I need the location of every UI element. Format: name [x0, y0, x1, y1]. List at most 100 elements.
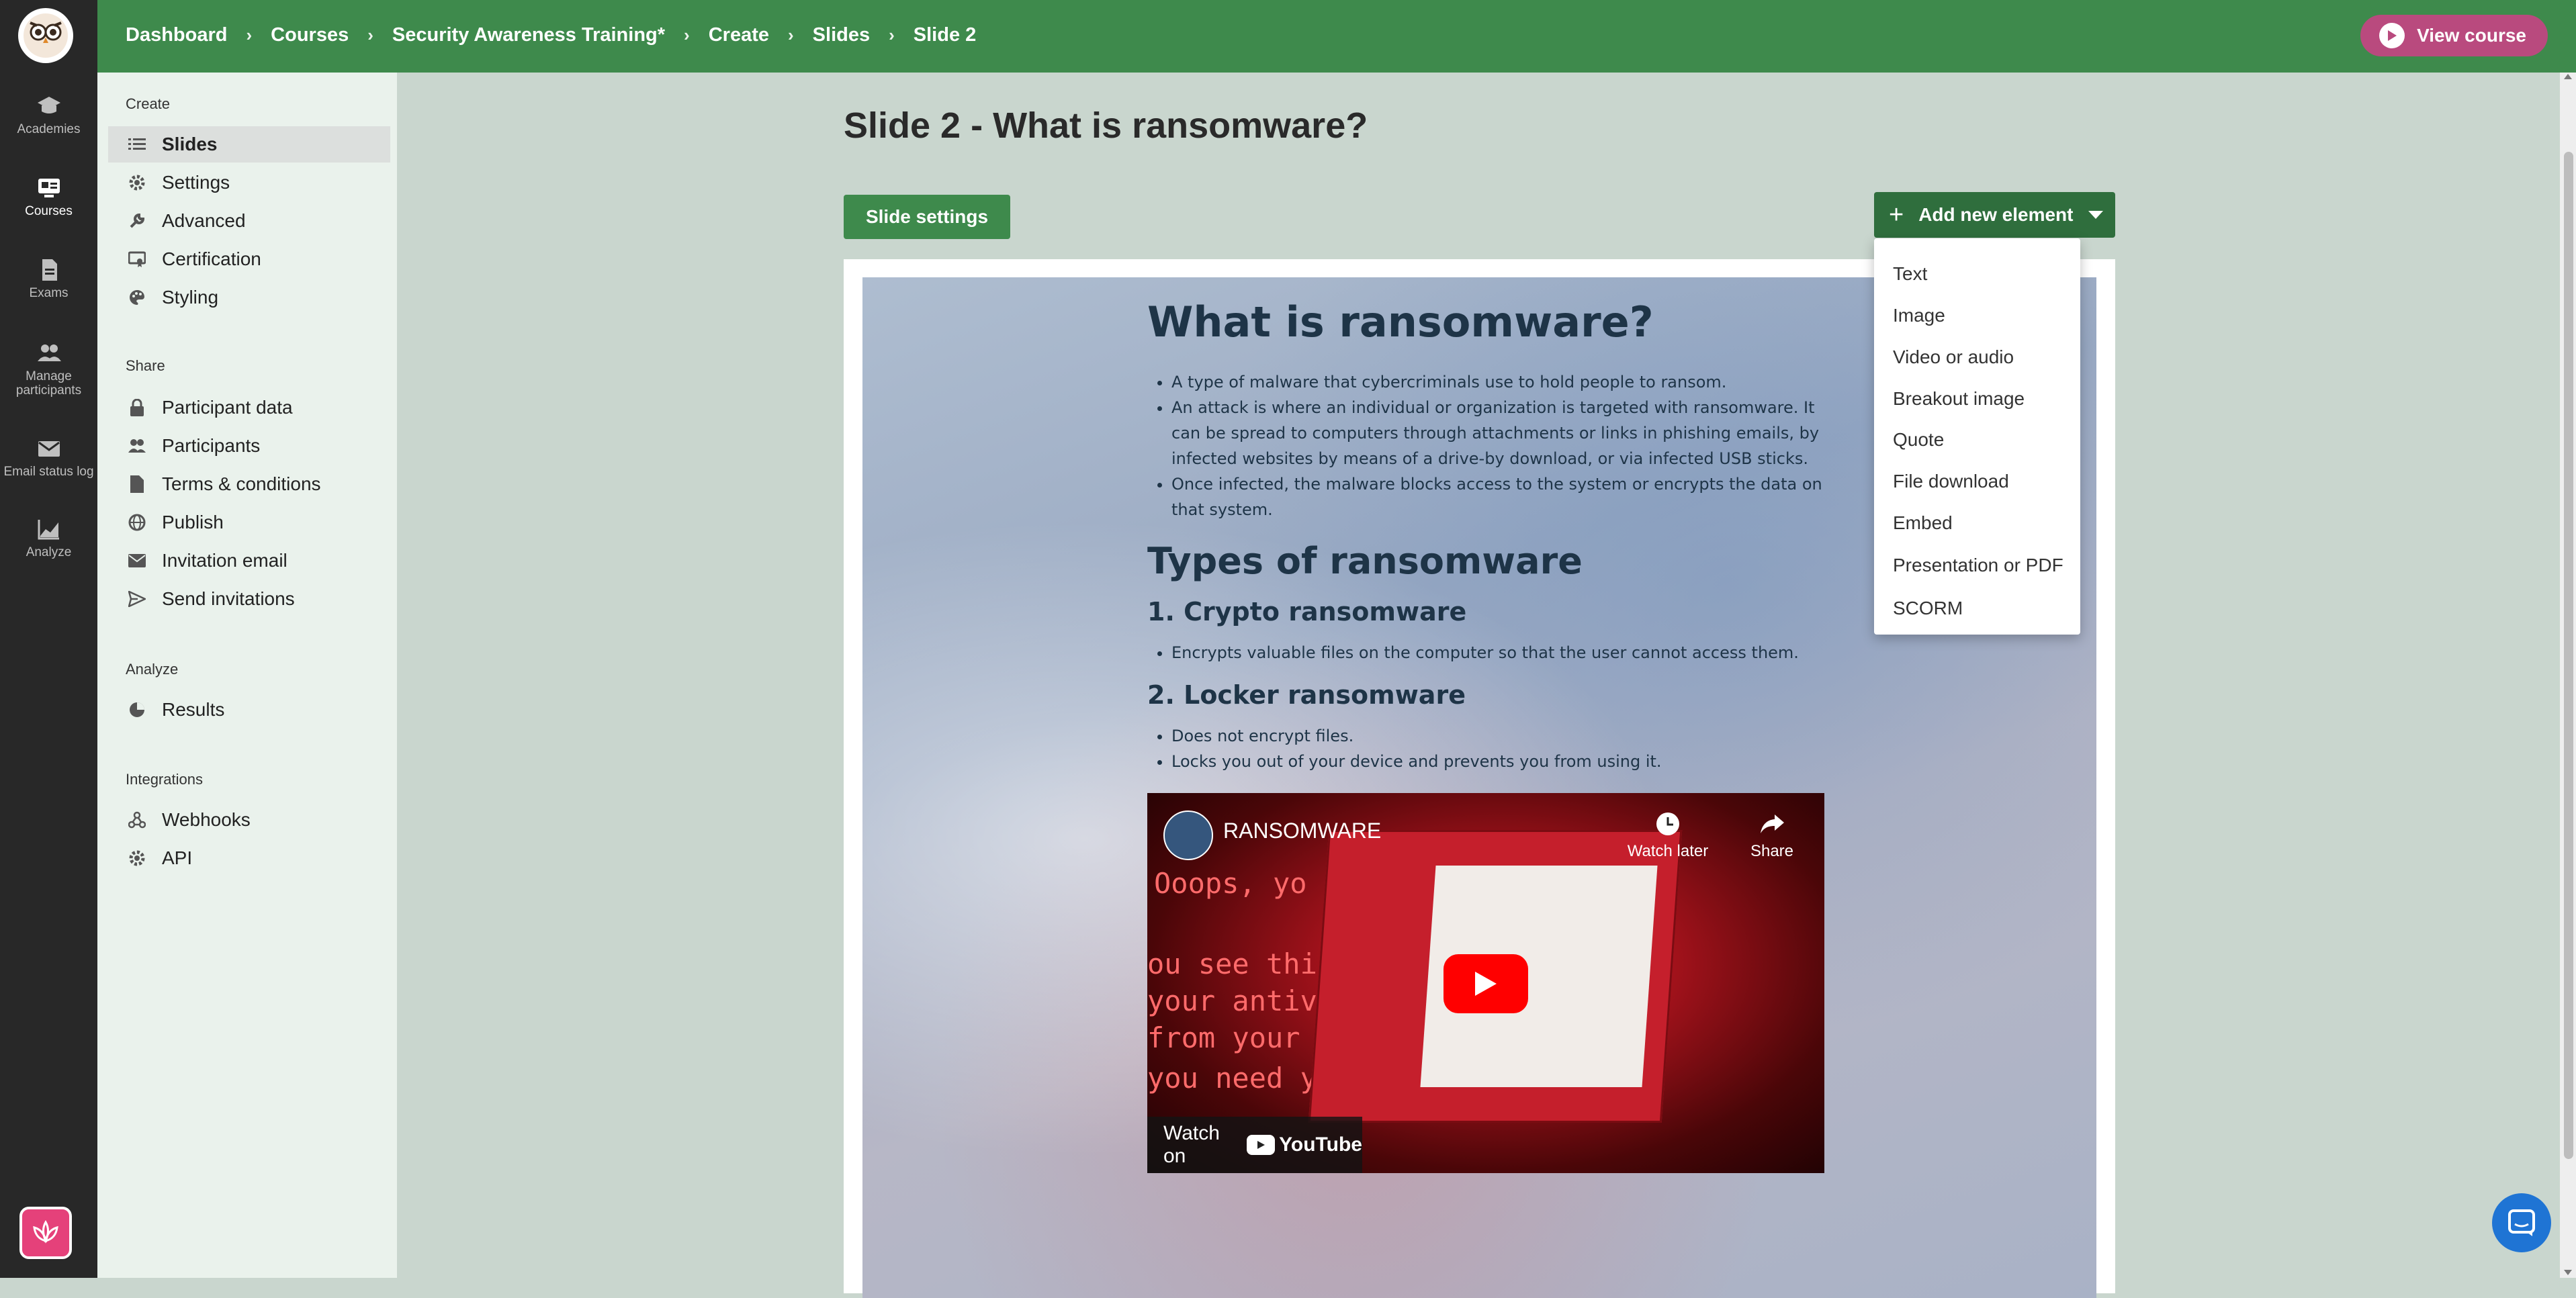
certificate-icon: [128, 250, 146, 268]
gear-icon: [128, 849, 146, 867]
mail-icon: [38, 441, 60, 457]
chevron-right-icon: ›: [788, 24, 794, 45]
video-title[interactable]: RANSOMWARE: [1223, 819, 1381, 843]
view-course-button[interactable]: View course: [2360, 15, 2548, 56]
webhook-icon: [128, 811, 146, 829]
caret-down-icon[interactable]: [2088, 211, 2103, 219]
send-icon: [128, 590, 146, 608]
add-element-dropdown: Text Image Video or audio Breakout image…: [1874, 238, 2080, 635]
video-play-button[interactable]: [1444, 954, 1528, 1013]
rail-manage-participants[interactable]: Manage participants: [0, 341, 97, 398]
view-course-label: View course: [2417, 25, 2526, 46]
list-item: Encrypts valuable files on the computer …: [1171, 640, 1826, 665]
sidebar-item-slides[interactable]: Slides: [108, 126, 390, 163]
slide-settings-button[interactable]: Slide settings: [844, 195, 1010, 239]
sidebar-item-label: Invitation email: [162, 550, 287, 571]
add-new-element-label: Add new element: [1918, 204, 2074, 225]
add-new-element-button[interactable]: + Add new element: [1874, 192, 2115, 238]
people-icon: [37, 344, 61, 361]
rail-analyze-label: Analyze: [26, 545, 72, 559]
breadcrumb-course[interactable]: Security Awareness Training*: [392, 24, 665, 46]
play-circle-icon: [2379, 23, 2405, 48]
list-item: Once infected, the malware blocks access…: [1171, 471, 1826, 522]
dropdown-item-presentation-or-pdf[interactable]: Presentation or PDF: [1893, 549, 2063, 582]
slide-bullets-intro: A type of malware that cybercriminals us…: [1147, 369, 1826, 522]
graduation-cap-icon: [37, 97, 60, 113]
sidebar-item-label: Terms & conditions: [162, 473, 321, 494]
chat-support-button[interactable]: [2492, 1193, 2551, 1252]
breadcrumb-create[interactable]: Create: [709, 24, 769, 46]
rail-exams-label: Exams: [29, 286, 69, 300]
document-icon: [42, 259, 57, 281]
sidebar-item-label: Results: [162, 699, 225, 720]
watch-later-label: Watch later: [1627, 842, 1709, 860]
sidebar-item-label: Send invitations: [162, 588, 295, 609]
sidebar-item-label: Participant data: [162, 397, 293, 418]
app-switcher-button[interactable]: [19, 1207, 72, 1259]
breadcrumb-slides[interactable]: Slides: [813, 24, 870, 46]
rail-email-status-log[interactable]: Email status log: [0, 436, 97, 479]
page-title: Slide 2 - What is ransomware?: [844, 105, 1368, 146]
video-screen-text: your antivi: [1147, 984, 1335, 1017]
dropdown-item-breakout-image[interactable]: Breakout image: [1893, 382, 2025, 416]
watch-later-button[interactable]: Watch later: [1617, 810, 1718, 861]
watch-on-youtube-button[interactable]: Watch on YouTube: [1147, 1117, 1362, 1173]
sidebar-item-label: API: [162, 847, 193, 868]
clock-icon: [1656, 813, 1679, 835]
plus-icon: +: [1889, 200, 1904, 229]
breadcrumb-courses[interactable]: Courses: [271, 24, 349, 46]
list-item: A type of malware that cybercriminals us…: [1171, 369, 1826, 395]
scroll-down-arrow-icon[interactable]: [2564, 1270, 2572, 1275]
dropdown-item-file-download[interactable]: File download: [1893, 465, 2009, 498]
rail-exams[interactable]: Exams: [0, 258, 97, 300]
rail-analyze[interactable]: Analyze: [0, 517, 97, 559]
chevron-right-icon: ›: [367, 24, 373, 45]
watch-on-label: Watch on: [1163, 1122, 1220, 1167]
dropdown-item-image[interactable]: Image: [1893, 299, 1945, 332]
channel-avatar[interactable]: [1163, 810, 1213, 860]
sidebar-section-share: Share: [126, 357, 165, 374]
rail-academies[interactable]: Academies: [0, 94, 97, 136]
gear-icon: [128, 174, 146, 191]
main-content: Slide 2 - What is ransomware? Slide sett…: [397, 73, 2560, 1298]
youtube-video-embed[interactable]: Ooops, yo ou see this your antivi from y…: [1147, 793, 1824, 1173]
crypto-bullets: Encrypts valuable files on the computer …: [1147, 640, 1826, 665]
sidebar-item-label: Slides: [162, 134, 218, 154]
sidebar-section-integrations: Integrations: [126, 771, 203, 788]
app-logo[interactable]: [18, 8, 73, 63]
rail-email-status-log-label: Email status log: [3, 465, 94, 479]
chat-icon: [2508, 1209, 2535, 1236]
list-item: An attack is where an individual or orga…: [1171, 395, 1826, 471]
locker-heading: 2. Locker ransomware: [1147, 680, 1466, 710]
dropdown-item-video-or-audio[interactable]: Video or audio: [1893, 340, 2014, 374]
dropdown-item-text[interactable]: Text: [1893, 257, 1927, 291]
youtube-logo: YouTube: [1247, 1133, 1362, 1156]
breadcrumb-dashboard[interactable]: Dashboard: [126, 24, 227, 46]
chevron-right-icon: ›: [246, 24, 253, 45]
scrollbar-thumb[interactable]: [2564, 152, 2573, 1159]
palette-icon: [128, 289, 146, 306]
globe-icon: [128, 514, 146, 531]
scroll-up-arrow-icon[interactable]: [2564, 74, 2572, 79]
slide-heading: What is ransomware?: [1147, 297, 1654, 346]
owl-logo-icon: [24, 13, 68, 58]
dropdown-item-embed[interactable]: Embed: [1893, 506, 1953, 540]
dropdown-item-quote[interactable]: Quote: [1893, 423, 1944, 457]
mail-icon: [128, 552, 146, 569]
rail-courses[interactable]: Courses: [0, 176, 97, 218]
page-scrollbar[interactable]: [2560, 73, 2576, 1278]
chevron-right-icon: ›: [889, 24, 895, 45]
sidebar-item-label: Styling: [162, 287, 219, 308]
share-button[interactable]: Share: [1738, 810, 1806, 861]
sidebar-item-label: Advanced: [162, 210, 246, 231]
list-item: Does not encrypt files.: [1171, 723, 1826, 749]
chart-icon: [38, 520, 59, 540]
breadcrumb-current: Slide 2: [913, 24, 977, 46]
share-label: Share: [1750, 842, 1794, 860]
list-item: Locks you out of your device and prevent…: [1171, 749, 1826, 774]
left-rail: Academies Courses Exams Manage participa…: [0, 0, 97, 1278]
people-icon: [128, 437, 146, 455]
crypto-heading: 1. Crypto ransomware: [1147, 597, 1467, 627]
dropdown-item-scorm[interactable]: SCORM: [1893, 592, 1963, 625]
rail-manage-participants-label: Manage participants: [15, 369, 82, 398]
